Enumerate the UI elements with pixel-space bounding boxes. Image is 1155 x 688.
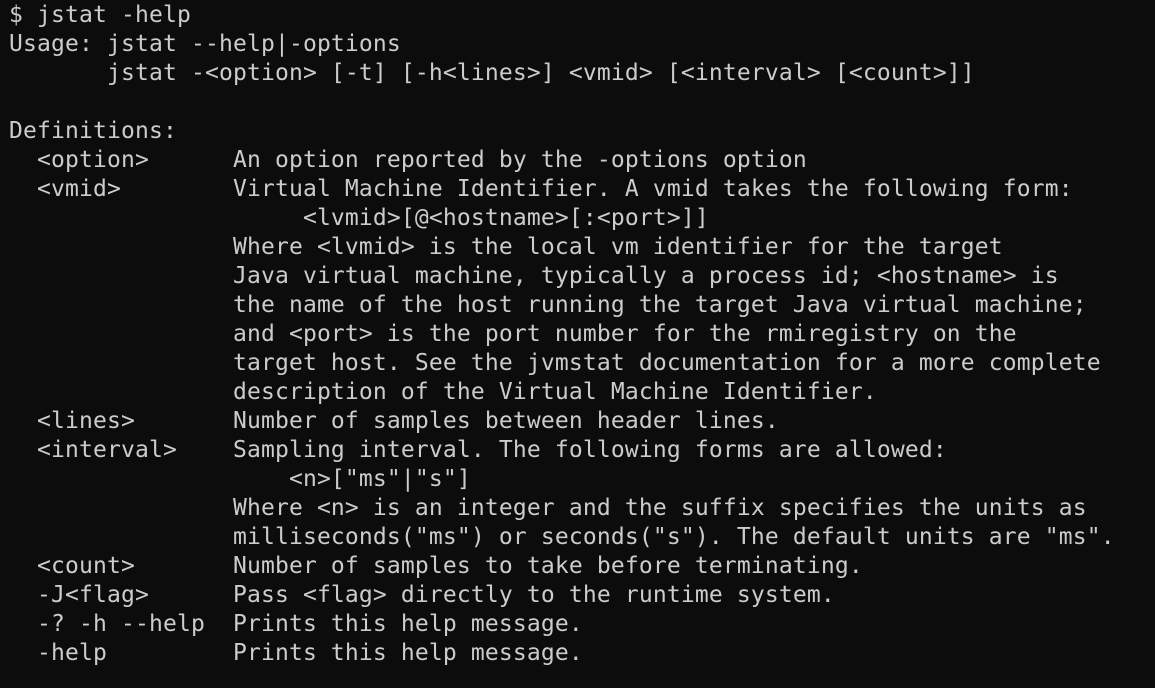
definition-vmid: <vmid> Virtual Machine Identifier. A vmi… bbox=[9, 176, 1073, 202]
definition-interval-text: milliseconds("ms") or seconds("s"). The … bbox=[9, 524, 1115, 550]
definition-option: <option> An option reported by the -opti… bbox=[9, 147, 807, 173]
definition-vmid-text: target host. See the jvmstat documentati… bbox=[9, 350, 1101, 376]
definition-vmid-text: Where <lvmid> is the local vm identifier… bbox=[9, 234, 1003, 260]
definitions-heading: Definitions: bbox=[9, 118, 177, 144]
definition-count: <count> Number of samples to take before… bbox=[9, 553, 863, 579]
definition-j-flag: -J<flag> Pass <flag> directly to the run… bbox=[9, 582, 835, 608]
definition-interval-form: <n>["ms"|"s"] bbox=[9, 466, 471, 492]
command-prompt-line: $ jstat -help bbox=[9, 2, 191, 28]
definition-interval-text: Where <n> is an integer and the suffix s… bbox=[9, 495, 1087, 521]
terminal-window[interactable]: $ jstat -help Usage: jstat --help|-optio… bbox=[0, 0, 1155, 688]
definition-interval: <interval> Sampling interval. The follow… bbox=[9, 437, 947, 463]
definition-vmid-form: <lvmid>[@<hostname>[:<port>]] bbox=[9, 205, 709, 231]
definition-vmid-text: and <port> is the port number for the rm… bbox=[9, 321, 1017, 347]
definition-vmid-text: Java virtual machine, typically a proces… bbox=[9, 263, 1059, 289]
usage-line: Usage: jstat --help|-options bbox=[9, 31, 401, 57]
definition-help-flags: -? -h --help Prints this help message. bbox=[9, 611, 583, 637]
definition-vmid-text: the name of the host running the target … bbox=[9, 292, 1087, 318]
usage-line-2: jstat -<option> [-t] [-h<lines>] <vmid> … bbox=[9, 60, 975, 86]
definition-help: -help Prints this help message. bbox=[9, 640, 583, 666]
definition-vmid-text: description of the Virtual Machine Ident… bbox=[9, 379, 877, 405]
definition-lines: <lines> Number of samples between header… bbox=[9, 408, 779, 434]
